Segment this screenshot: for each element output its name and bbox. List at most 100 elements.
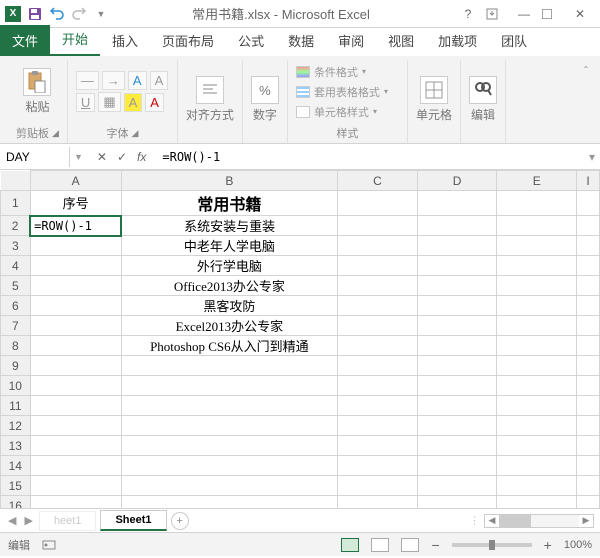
cell[interactable] <box>338 276 418 296</box>
redo-icon[interactable] <box>70 5 88 23</box>
cell[interactable] <box>497 436 577 456</box>
cell[interactable]: 系统安装与重装 <box>121 216 337 236</box>
row-header[interactable]: 11 <box>1 396 31 416</box>
cell[interactable] <box>577 476 600 496</box>
font-btn-row1[interactable]: —→AA <box>76 71 169 90</box>
cell[interactable] <box>497 396 577 416</box>
col-header[interactable]: A <box>30 171 121 191</box>
scroll-thumb[interactable] <box>499 515 531 527</box>
accept-formula-icon[interactable]: ✓ <box>117 150 127 164</box>
cell[interactable] <box>338 436 418 456</box>
cell[interactable] <box>338 356 418 376</box>
cell[interactable] <box>577 191 600 216</box>
cell[interactable] <box>497 216 577 236</box>
tab-home[interactable]: 开始 <box>50 23 100 56</box>
cell[interactable] <box>497 356 577 376</box>
cell-style-button[interactable]: 单元格样式▾ <box>296 103 377 121</box>
row-header[interactable]: 7 <box>1 316 31 336</box>
cell[interactable] <box>121 436 337 456</box>
help-icon[interactable]: ? <box>458 7 478 21</box>
cell[interactable] <box>417 476 497 496</box>
cell[interactable] <box>577 456 600 476</box>
tab-review[interactable]: 审阅 <box>326 25 376 56</box>
col-header[interactable]: D <box>417 171 497 191</box>
cell[interactable] <box>417 356 497 376</box>
close-icon[interactable]: ✕ <box>570 7 590 21</box>
cell[interactable] <box>497 316 577 336</box>
sheet-tab-faded[interactable]: heet1 <box>39 511 97 531</box>
cell[interactable] <box>338 216 418 236</box>
row-header[interactable]: 9 <box>1 356 31 376</box>
sheet-nav-next-icon[interactable]: ▶ <box>22 514 34 527</box>
cell[interactable] <box>497 276 577 296</box>
cell[interactable] <box>417 336 497 356</box>
cell[interactable] <box>417 416 497 436</box>
ribbon-collapse-icon[interactable]: ˆ <box>580 60 592 82</box>
cell[interactable] <box>338 336 418 356</box>
app-icon[interactable]: X <box>4 5 22 23</box>
cell[interactable] <box>338 456 418 476</box>
name-box-dropdown-icon[interactable]: ▼ <box>70 152 87 162</box>
active-cell[interactable]: =ROW()-1 <box>30 216 121 236</box>
cell[interactable] <box>417 191 497 216</box>
cell[interactable] <box>577 336 600 356</box>
row-header[interactable]: 14 <box>1 456 31 476</box>
cell[interactable] <box>30 296 121 316</box>
cell[interactable] <box>497 476 577 496</box>
qat-dropdown-icon[interactable]: ▼ <box>92 5 110 23</box>
cell[interactable] <box>577 236 600 256</box>
row-header[interactable]: 2 <box>1 216 31 236</box>
tab-addins[interactable]: 加载项 <box>426 25 489 56</box>
fx-icon[interactable]: fx <box>137 150 146 164</box>
tab-data[interactable]: 数据 <box>276 25 326 56</box>
col-header[interactable]: I <box>577 171 600 191</box>
sheet-tab-active[interactable]: Sheet1 <box>100 510 166 531</box>
cell[interactable] <box>30 236 121 256</box>
cell[interactable] <box>121 496 337 509</box>
cell[interactable] <box>30 256 121 276</box>
cell[interactable] <box>338 191 418 216</box>
font-btn-row2[interactable]: U▦AA <box>76 92 169 112</box>
cell[interactable] <box>577 376 600 396</box>
cell[interactable] <box>30 356 121 376</box>
cell[interactable] <box>338 316 418 336</box>
cell[interactable] <box>577 276 600 296</box>
cell[interactable] <box>577 496 600 509</box>
tab-file[interactable]: 文件 <box>0 25 50 56</box>
cell[interactable] <box>338 296 418 316</box>
cell[interactable]: 常用书籍 <box>121 191 337 216</box>
cell[interactable] <box>30 456 121 476</box>
cell[interactable] <box>338 416 418 436</box>
row-header[interactable]: 4 <box>1 256 31 276</box>
cell[interactable] <box>121 376 337 396</box>
cell[interactable] <box>30 476 121 496</box>
cell[interactable] <box>497 456 577 476</box>
cell[interactable]: 黑客攻防 <box>121 296 337 316</box>
cell[interactable]: 中老年人学电脑 <box>121 236 337 256</box>
minimize-icon[interactable]: — <box>514 7 534 21</box>
cells-button[interactable]: 单元格 <box>416 76 452 123</box>
cell[interactable]: 外行学电脑 <box>121 256 337 276</box>
cell[interactable] <box>417 436 497 456</box>
zoom-in-icon[interactable]: + <box>544 537 552 553</box>
formula-input[interactable]: =ROW()-1 <box>156 147 584 167</box>
ribbon-options-icon[interactable] <box>486 8 506 20</box>
cell[interactable] <box>417 256 497 276</box>
macro-record-icon[interactable] <box>42 538 56 552</box>
row-header[interactable]: 3 <box>1 236 31 256</box>
name-box[interactable]: DAY <box>0 147 70 167</box>
cell[interactable] <box>30 336 121 356</box>
cell[interactable] <box>30 416 121 436</box>
cell[interactable] <box>577 256 600 276</box>
cell[interactable] <box>338 236 418 256</box>
cell[interactable] <box>121 416 337 436</box>
cell[interactable] <box>577 436 600 456</box>
cell[interactable] <box>121 356 337 376</box>
row-header[interactable]: 16 <box>1 496 31 509</box>
number-button[interactable]: % 数字 <box>251 76 279 123</box>
cancel-formula-icon[interactable]: ✕ <box>97 150 107 164</box>
cell[interactable] <box>577 356 600 376</box>
conditional-format-button[interactable]: 条件格式▾ <box>296 63 366 81</box>
cell[interactable] <box>497 256 577 276</box>
view-pagelayout-icon[interactable] <box>371 538 389 552</box>
